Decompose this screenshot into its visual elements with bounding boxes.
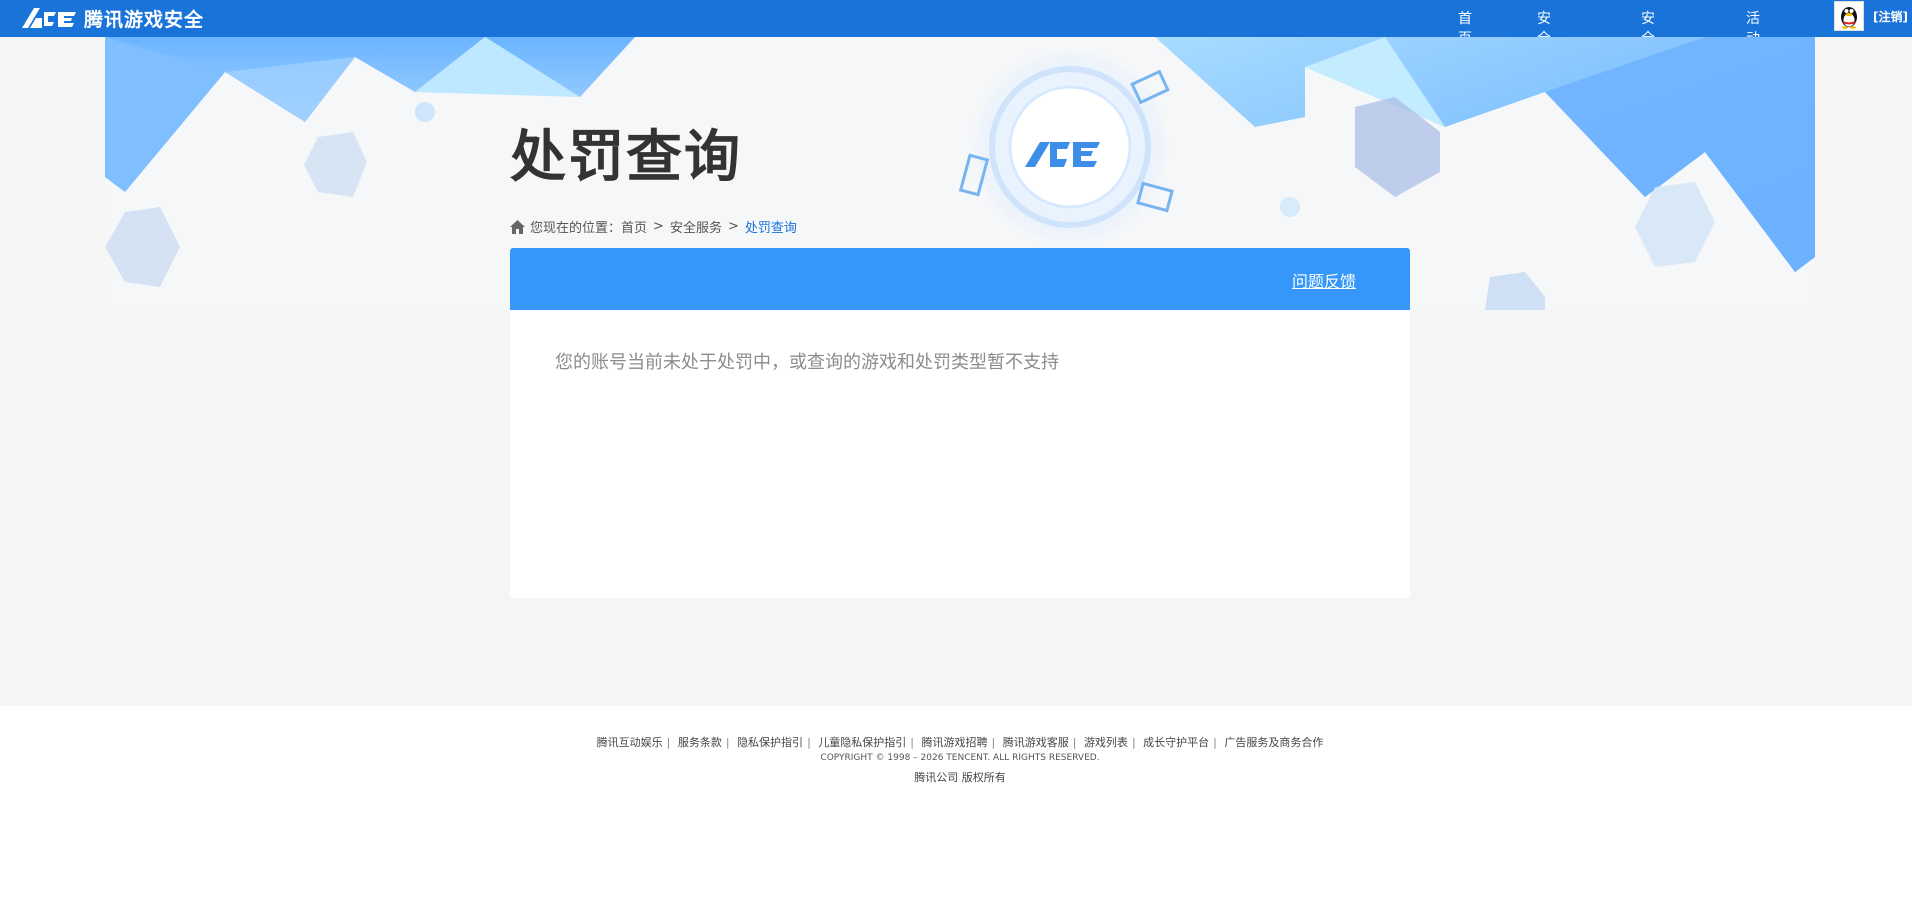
- result-panel: 您的账号当前未处于处罚中，或查询的游戏和处罚类型暂不支持: [510, 310, 1410, 598]
- footer: 腾讯互动娱乐 | 服务条款 | 隐私保护指引 | 儿童隐私保护指引 | 腾讯游戏招聘 | …: [0, 706, 1912, 900]
- panel-header: 问题反馈: [510, 248, 1410, 310]
- footer-link-ads-business[interactable]: 广告服务及商务合作: [1224, 736, 1323, 749]
- breadcrumb-prefix: 您现在的位置：: [530, 221, 622, 236]
- avatar[interactable]: [1834, 1, 1864, 31]
- footer-link-support[interactable]: 腾讯游戏客服: [1003, 736, 1069, 749]
- ace-logo-icon: [22, 8, 76, 28]
- footer-link-game-list[interactable]: 游戏列表: [1084, 736, 1128, 749]
- copyright: COPYRIGHT © 1998 – 2026 TENCENT. ALL RIG…: [820, 753, 1100, 763]
- footer-link-privacy[interactable]: 隐私保护指引: [737, 736, 803, 749]
- breadcrumb-current: 处罚查询: [744, 221, 797, 236]
- home-icon: [510, 219, 525, 234]
- top-navbar: 腾讯游戏安全 首页 安全服务 安全学院 活动专区 [注销]: [0, 0, 1912, 87]
- company-rights: 腾讯公司 版权所有: [914, 771, 1006, 784]
- footer-link-terms[interactable]: 服务条款: [678, 736, 722, 749]
- ace-logo[interactable]: 腾讯游戏安全: [20, 3, 204, 33]
- feedback-link[interactable]: 问题反馈: [1292, 268, 1356, 292]
- result-notice: 您的账号当前未处于处罚中，或查询的游戏和处罚类型暂不支持: [555, 352, 1059, 373]
- breadcrumb: 您现在的位置： 首页 > 安全服务 > 处罚查询: [510, 217, 797, 236]
- footer-link-child-privacy[interactable]: 儿童隐私保护指引: [818, 736, 906, 749]
- footer-link-tencent-ied[interactable]: 腾讯互动娱乐: [597, 736, 663, 749]
- qq-penguin-icon: [1841, 7, 1857, 29]
- breadcrumb-separator: >: [653, 219, 664, 234]
- footer-link-growth-guard[interactable]: 成长守护平台: [1143, 736, 1209, 749]
- logo-text: 腾讯游戏安全: [84, 8, 205, 31]
- breadcrumb-home[interactable]: 首页: [621, 217, 647, 236]
- footer-links: 腾讯互动娱乐 | 服务条款 | 隐私保护指引 | 儿童隐私保护指引 | 腾讯游戏招聘 | …: [596, 736, 1324, 749]
- breadcrumb-security-service[interactable]: 安全服务: [670, 217, 722, 236]
- breadcrumb-separator: >: [727, 219, 739, 234]
- page-title: 处罚查询: [510, 125, 742, 190]
- footer-link-jobs[interactable]: 腾讯游戏招聘: [922, 736, 988, 749]
- logout-link[interactable]: [注销]: [1873, 8, 1908, 25]
